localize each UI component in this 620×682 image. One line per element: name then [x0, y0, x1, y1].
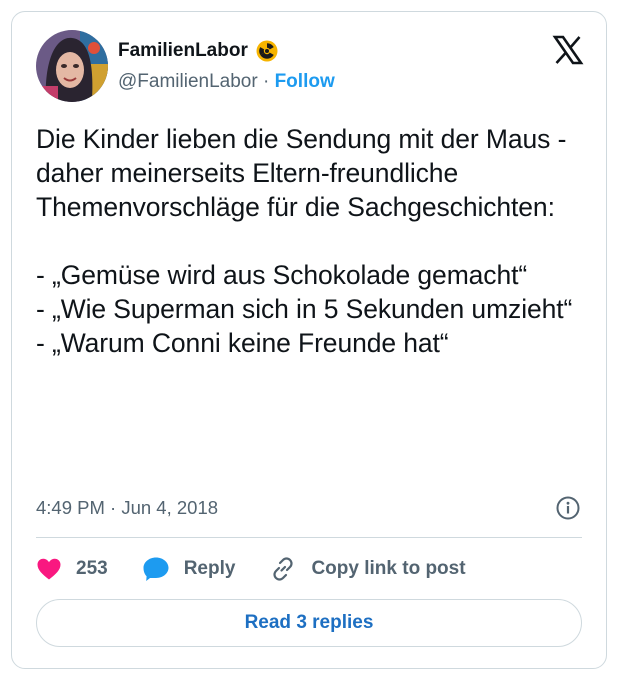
like-button[interactable]: 253: [36, 557, 108, 581]
reply-button[interactable]: Reply: [142, 556, 236, 582]
like-count: 253: [76, 558, 108, 579]
tweet-timestamp[interactable]: 4:49 PM · Jun 4, 2018: [36, 497, 218, 519]
copy-link-button[interactable]: Copy link to post: [269, 555, 466, 583]
x-logo-icon[interactable]: [552, 34, 584, 66]
heart-icon: [37, 558, 61, 580]
copy-link-label: Copy link to post: [311, 558, 466, 579]
radioactive-icon: [256, 40, 278, 62]
info-icon[interactable]: [556, 496, 580, 520]
avatar[interactable]: [36, 30, 108, 102]
author-handle-row: @FamilienLabor · Follow: [118, 71, 335, 93]
follow-button[interactable]: Follow: [275, 71, 335, 92]
speech-bubble-icon: [143, 557, 169, 581]
link-icon: [273, 557, 294, 581]
separator-dot: ·: [262, 71, 270, 92]
reply-label: Reply: [183, 558, 236, 579]
divider: [36, 537, 582, 538]
tweet-text: Die Kinder lieben die Sendung mit der Ma…: [36, 124, 573, 358]
tweet-card: FamilienLabor @FamilienLabor · Follow Di…: [11, 11, 607, 669]
author-name[interactable]: FamilienLabor: [118, 40, 248, 62]
read-replies-button[interactable]: Read 3 replies: [36, 599, 582, 647]
author-handle[interactable]: @FamilienLabor: [118, 71, 258, 92]
action-bar: 253 Reply Copy link to post: [36, 552, 500, 586]
